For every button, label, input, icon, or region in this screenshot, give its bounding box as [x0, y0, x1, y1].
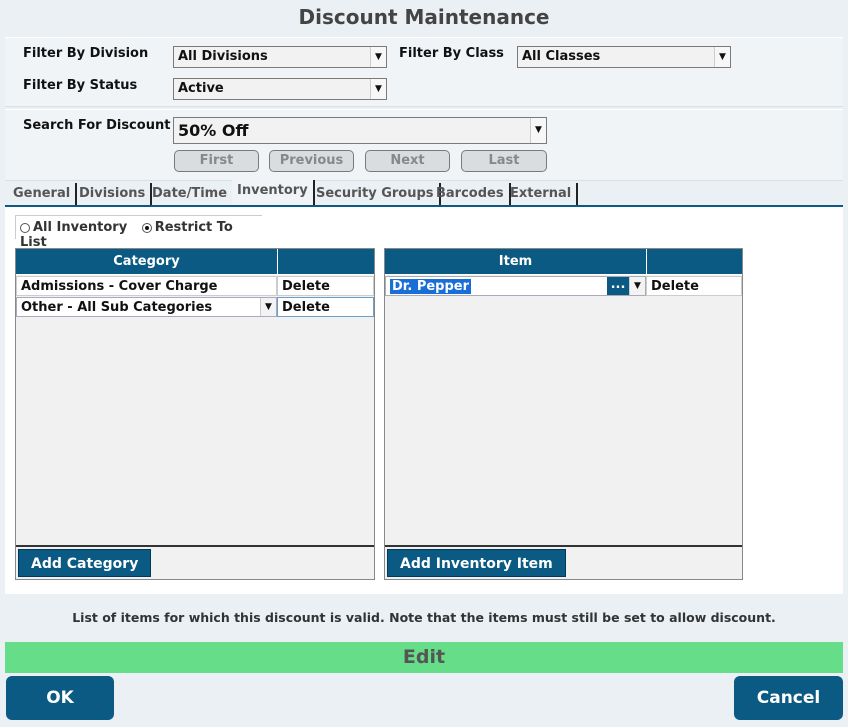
- last-button[interactable]: Last: [461, 150, 547, 172]
- chevron-down-icon: ▼: [714, 47, 730, 67]
- ok-button[interactable]: OK: [6, 676, 114, 720]
- status-filter-value: Active: [178, 81, 224, 96]
- add-category-button[interactable]: Add Category: [18, 549, 152, 577]
- delete-button[interactable]: Delete: [277, 276, 374, 296]
- class-filter-label: Filter By Class: [399, 46, 504, 61]
- delete-button[interactable]: Delete: [646, 276, 742, 296]
- discount-search-select[interactable]: 50% Off ▼: [173, 117, 547, 144]
- table-row[interactable]: Other - All Sub Categories ▼: [16, 297, 277, 317]
- chevron-down-icon: ▼: [530, 118, 546, 143]
- class-filter-value: All Classes: [522, 49, 601, 64]
- item-name: Dr. Pepper: [390, 279, 471, 294]
- all-inventory-radio[interactable]: All Inventory: [20, 220, 127, 235]
- table-row[interactable]: Dr. Pepper ... ▼: [385, 276, 646, 296]
- delete-button[interactable]: Delete: [277, 297, 374, 317]
- cancel-button[interactable]: Cancel: [734, 676, 843, 720]
- item-column-header: Item: [385, 249, 647, 275]
- item-delete-column-header: [647, 249, 742, 275]
- chevron-down-icon[interactable]: ▼: [260, 298, 276, 316]
- grid-footer-divider: [385, 545, 742, 547]
- chevron-down-icon[interactable]: ▼: [629, 277, 645, 295]
- inventory-restriction-group: All Inventory Restrict To List: [15, 215, 262, 250]
- division-filter-value: All Divisions: [178, 49, 268, 64]
- tab-datetime[interactable]: Date/Time: [147, 183, 235, 205]
- category-name: Other - All Sub Categories: [21, 300, 213, 315]
- grid-footer-divider: [16, 545, 374, 547]
- tab-barcodes[interactable]: Barcodes: [431, 183, 511, 205]
- category-column-header: Category: [16, 249, 278, 275]
- status-filter-label: Filter By Status: [23, 78, 138, 93]
- chevron-down-icon: ▼: [370, 79, 386, 99]
- add-inventory-item-button[interactable]: Add Inventory Item: [387, 549, 566, 577]
- discount-search-value: 50% Off: [178, 121, 249, 140]
- category-delete-column-header: [278, 249, 374, 275]
- window-title: Discount Maintenance: [298, 5, 550, 29]
- first-button[interactable]: First: [174, 150, 259, 172]
- class-filter-select[interactable]: All Classes ▼: [517, 46, 731, 68]
- tab-inventory[interactable]: Inventory: [232, 180, 315, 205]
- all-inventory-label: All Inventory: [33, 220, 128, 235]
- table-row[interactable]: Admissions - Cover Charge: [16, 276, 277, 296]
- mode-banner: Edit: [5, 642, 843, 673]
- help-text: List of items for which this discount is…: [72, 610, 776, 625]
- category-grid: Category Admissions - Cover Charge Delet…: [15, 248, 375, 580]
- tab-security-groups[interactable]: Security Groups: [311, 183, 441, 205]
- next-button[interactable]: Next: [365, 150, 450, 172]
- division-filter-label: Filter By Division: [23, 46, 149, 61]
- item-grid: Item Dr. Pepper ... ▼ Delete Add Invento…: [384, 248, 743, 580]
- previous-button[interactable]: Previous: [269, 150, 354, 172]
- chevron-down-icon: ▼: [370, 47, 386, 67]
- tab-general[interactable]: General: [8, 183, 78, 205]
- radio-on-icon: [141, 222, 152, 233]
- tab-divisions[interactable]: Divisions: [74, 183, 153, 205]
- tab-external[interactable]: External: [505, 183, 579, 205]
- status-filter-select[interactable]: Active ▼: [173, 78, 387, 100]
- search-label: Search For Discount: [23, 118, 171, 133]
- category-name: Admissions - Cover Charge: [21, 279, 218, 294]
- division-filter-select[interactable]: All Divisions ▼: [173, 46, 387, 68]
- radio-off-icon: [20, 222, 30, 233]
- browse-button[interactable]: ...: [607, 277, 629, 295]
